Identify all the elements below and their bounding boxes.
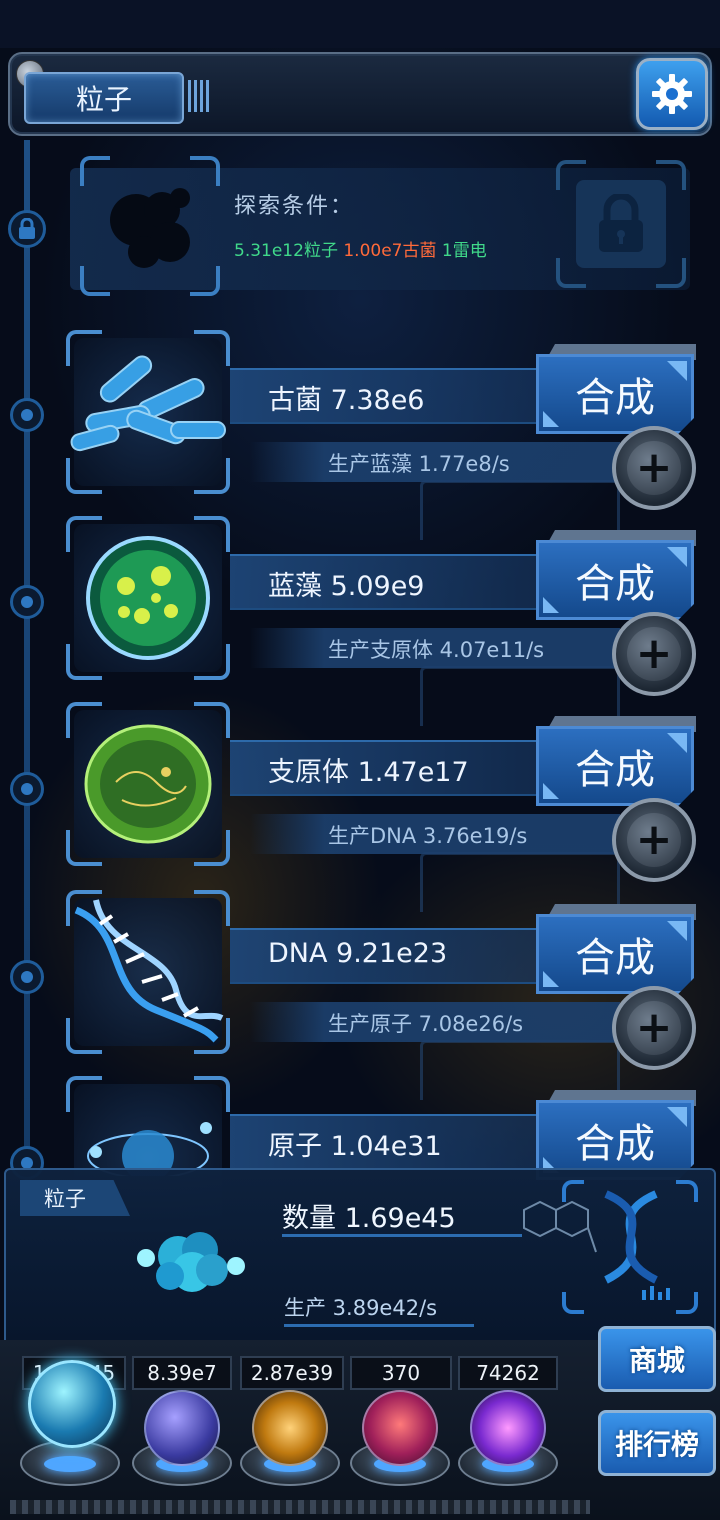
archaea-icon — [70, 355, 226, 452]
resource-value: 370 — [350, 1356, 452, 1390]
particle-production: 生产 3.89e42/s — [284, 1296, 438, 1320]
floor-decor — [10, 1500, 590, 1514]
item-name: 支原体 1.47e17 — [268, 757, 469, 788]
production-rate: 生产原子 7.08e26/s — [328, 1012, 524, 1036]
lightning-orb-icon[interactable] — [144, 1390, 220, 1466]
item-row-cyanobacteria: 蓝藻 5.09e9 合成 生产支原体 4.07e11/s + — [0, 516, 720, 726]
plus-icon: + — [627, 441, 681, 495]
summary-tag: 粒子 — [20, 1180, 130, 1216]
item-image-frame — [66, 702, 230, 866]
item-name: 蓝藻 5.09e9 — [268, 571, 425, 602]
shop-button[interactable]: 商城 — [598, 1326, 716, 1392]
atom-icon — [87, 1122, 212, 1176]
unknown-silhouette-icon — [110, 188, 190, 268]
synthesize-button[interactable]: 合成 — [536, 540, 694, 620]
dna-decor-frame — [562, 1180, 698, 1314]
condition-archaea: 1.00e7古菌 — [343, 241, 437, 261]
explore-condition-label: 探索条件： — [234, 194, 355, 219]
lock-icon — [599, 194, 643, 252]
upgrade-button[interactable]: + — [612, 426, 696, 510]
galaxy-orb-icon[interactable] — [252, 1390, 328, 1466]
condition-particle: 5.31e12粒子 — [234, 241, 338, 261]
brain-orb-icon[interactable] — [362, 1390, 438, 1466]
page-title: 粒子 — [24, 72, 184, 124]
item-image-frame — [66, 516, 230, 680]
rail-lock-node — [8, 210, 46, 248]
decor-lines — [188, 80, 210, 112]
synthesize-button[interactable]: 合成 — [536, 726, 694, 806]
synthesize-button[interactable]: 合成 — [536, 354, 694, 434]
production-rate: 生产DNA 3.76e19/s — [328, 824, 528, 848]
resource-value: 8.39e7 — [132, 1356, 232, 1390]
mycoplasma-icon — [84, 724, 212, 844]
item-row-archaea: 古菌 7.38e6 合成 生产蓝藻 1.77e8/s + — [0, 330, 720, 540]
resource-value: 2.87e39 — [240, 1356, 344, 1390]
item-name: 原子 1.04e31 — [268, 1131, 442, 1162]
dna-helix-icon — [604, 1190, 670, 1300]
particle-orb-icon[interactable] — [28, 1360, 116, 1448]
synthesize-button[interactable]: 合成 — [536, 914, 694, 994]
production-rate: 生产蓝藻 1.77e8/s — [328, 452, 510, 476]
plus-icon: + — [627, 1001, 681, 1055]
unknown-item-frame — [80, 156, 220, 296]
item-name: DNA 9.21e23 — [268, 938, 448, 969]
upgrade-button[interactable]: + — [612, 612, 696, 696]
ranking-button[interactable]: 排行榜 — [598, 1410, 716, 1476]
locked-explore-button[interactable] — [556, 160, 686, 288]
plus-icon: + — [627, 813, 681, 867]
resource-value: 74262 — [458, 1356, 558, 1390]
upgrade-button[interactable]: + — [612, 986, 696, 1070]
lock-icon — [19, 218, 35, 239]
production-underline — [284, 1324, 474, 1327]
item-row-mycoplasma: 支原体 1.47e17 合成 生产DNA 3.76e19/s + — [0, 702, 720, 912]
item-name: 古菌 7.38e6 — [268, 385, 425, 416]
orb-glow — [44, 1456, 96, 1472]
cyanobacteria-icon — [86, 536, 210, 660]
status-area — [0, 0, 720, 48]
settings-button[interactable] — [636, 58, 708, 130]
item-row-dna: DNA 9.21e23 合成 生产原子 7.08e26/s + — [0, 890, 720, 1100]
item-image-frame — [66, 330, 230, 494]
upgrade-button[interactable]: + — [612, 798, 696, 882]
portal-orb-icon[interactable] — [470, 1390, 546, 1466]
count-underline — [282, 1234, 522, 1237]
game-screen: 粒子 探索条件： 5.31e12粒子 1.00e7古菌 1雷电 古菌 7.38e… — [0, 0, 720, 1520]
explore-conditions: 5.31e12粒子 1.00e7古菌 1雷电 — [234, 236, 487, 261]
plus-icon: + — [627, 627, 681, 681]
production-rate: 生产支原体 4.07e11/s — [328, 638, 545, 662]
dna-icon — [74, 899, 224, 1043]
condition-lightning: 1雷电 — [441, 241, 487, 261]
gear-icon — [652, 74, 692, 114]
particle-count: 数量 1.69e45 — [282, 1203, 456, 1234]
item-image-frame — [66, 890, 230, 1054]
particle-cluster-icon — [137, 1232, 245, 1292]
